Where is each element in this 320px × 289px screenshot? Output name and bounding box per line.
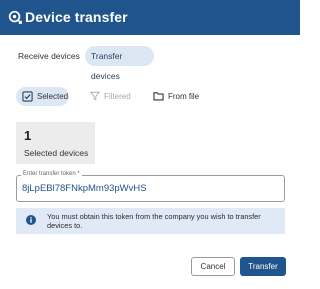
selected-caption: Selected devices: [24, 148, 89, 158]
cancel-button[interactable]: Cancel: [191, 257, 235, 276]
checklist-icon: [22, 91, 33, 102]
filter-filtered-button[interactable]: Filtered: [88, 87, 133, 106]
transfer-token-field[interactable]: Enter transfer token *: [16, 171, 285, 202]
dialog-title: Device transfer: [25, 9, 128, 25]
folder-icon: [153, 92, 164, 101]
dialog-header: Device transfer: [0, 0, 300, 35]
filter-filtered-label: Filtered: [104, 92, 131, 101]
tab-transfer-devices[interactable]: Transfer devices: [85, 46, 154, 81]
filter-selected-label: Selected: [37, 92, 69, 101]
device-transfer-icon: [8, 10, 22, 24]
info-text: You must obtain this token from the comp…: [47, 212, 261, 230]
tab-receive-devices[interactable]: Receive devices: [18, 46, 80, 66]
filter-from-file-label: From file: [168, 92, 200, 101]
selected-devices-card: 1 Selected devices: [16, 122, 95, 164]
info-icon: [26, 215, 36, 225]
transfer-token-input[interactable]: [22, 183, 272, 194]
selected-count: 1: [24, 128, 32, 143]
filter-selected-button[interactable]: Selected: [16, 87, 69, 106]
transfer-token-label: Enter transfer token *: [21, 171, 82, 177]
info-banner: You must obtain this token from the comp…: [16, 208, 285, 234]
filter-icon: [90, 91, 100, 101]
transfer-button[interactable]: Transfer: [240, 257, 286, 276]
filter-from-file-button[interactable]: From file: [152, 87, 204, 106]
